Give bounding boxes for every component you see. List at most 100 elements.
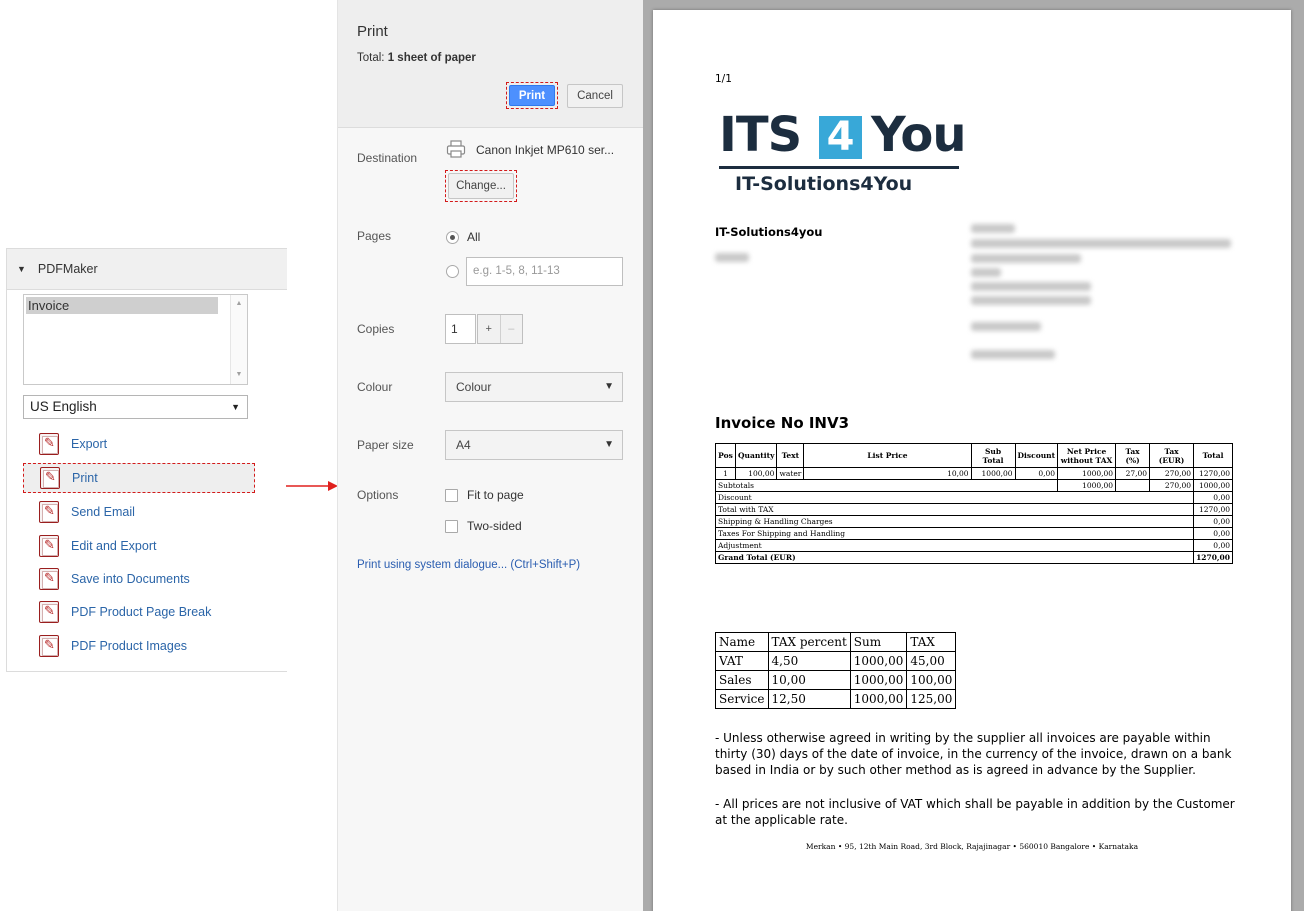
copies-decrement-button[interactable]: –	[499, 315, 523, 343]
collapse-triangle-icon[interactable]: ▼	[17, 264, 26, 274]
col-net-price: Net Price without TAX	[1057, 443, 1117, 468]
blurred-text	[971, 224, 1015, 233]
action-label: Send Email	[71, 505, 135, 519]
colour-select[interactable]: Colour ▼	[445, 372, 623, 402]
blurred-text	[971, 282, 1091, 291]
col-text: Text	[776, 443, 805, 468]
scroll-down-icon[interactable]: ▼	[231, 368, 247, 382]
pdf-export-icon	[39, 433, 59, 455]
table-row: Total with TAX 1270,00	[714, 503, 1233, 516]
page-number: 1/1	[715, 73, 732, 85]
blurred-text	[971, 268, 1001, 277]
colour-value: Colour	[456, 380, 492, 394]
col-sub-total: Sub Total	[970, 443, 1016, 468]
sheet-total: Total: 1 sheet of paper	[357, 52, 476, 64]
pdfmaker-header[interactable]: ▼ PDFMaker	[7, 248, 287, 290]
pages-label: Pages	[357, 229, 392, 243]
action-pdf-product-images[interactable]: PDF Product Images	[23, 631, 255, 661]
table-header-row: Pos Quantity Text List Price Sub Total D…	[715, 443, 1233, 468]
vat-terms: - All prices are not inclusive of VAT wh…	[715, 797, 1235, 827]
paper-size-value: A4	[456, 438, 471, 452]
action-edit-and-export[interactable]: Edit and Export	[23, 531, 255, 561]
pdf-edit-icon	[39, 535, 59, 557]
template-option-invoice[interactable]: Invoice	[26, 297, 218, 314]
logo-subtitle: IT-Solutions4You	[735, 173, 913, 195]
blurred-text	[971, 350, 1055, 359]
copies-input[interactable]: 1	[445, 314, 476, 344]
destination-printer: Canon Inkjet MP610 ser...	[476, 143, 615, 157]
table-row: Shipping & Handling Charges 0,00	[714, 515, 1233, 528]
two-sided-checkbox[interactable]	[445, 520, 458, 533]
blurred-text	[971, 296, 1091, 305]
table-row: Discount 0,00	[714, 491, 1233, 504]
page-footer: Merkan • 95, 12th Main Road, 3rd Block, …	[805, 842, 1139, 851]
blurred-text	[715, 253, 749, 262]
copies-increment-button[interactable]: +	[478, 315, 500, 343]
pdf-save-icon	[39, 568, 59, 590]
pages-range-input[interactable]: e.g. 1-5, 8, 11-13	[466, 257, 623, 286]
blurred-text	[971, 254, 1081, 263]
pages-all-radio[interactable]	[446, 231, 459, 244]
col-tax-pct: Tax (%)	[1115, 443, 1151, 468]
dropdown-arrow-icon: ▼	[604, 439, 614, 450]
action-save-into-documents[interactable]: Save into Documents	[23, 564, 255, 594]
action-label: Edit and Export	[71, 539, 157, 553]
col-tax-eur: Tax (EUR)	[1149, 443, 1195, 468]
listbox-scrollbar[interactable]: ▲ ▼	[230, 295, 247, 384]
blurred-text	[971, 322, 1041, 331]
tax-summary-table: Name TAX percent Sum TAX VAT 4,50 1000,00 45,0…	[715, 632, 957, 709]
invoice-items-table: Pos Quantity Text List Price Sub Total D…	[714, 443, 1233, 564]
logo-four: 4	[819, 116, 862, 159]
system-dialog-link[interactable]: Print using system dialogue... (Ctrl+Shi…	[357, 559, 580, 571]
pages-all-label: All	[467, 230, 481, 244]
table-row: Adjustment 0,00	[714, 539, 1233, 552]
colour-label: Colour	[357, 380, 393, 394]
company-logo: ITS 4 You IT-Solutions4You	[719, 107, 969, 207]
fit-to-page-checkbox[interactable]	[445, 489, 458, 502]
company-name: IT-Solutions4you	[715, 225, 823, 239]
invoice-title: Invoice No INV3	[715, 414, 850, 432]
table-row: VAT 4,50 1000,00 45,00	[715, 651, 957, 671]
language-select[interactable]: US English ▼	[23, 395, 248, 419]
action-pdf-product-page-break[interactable]: PDF Product Page Break	[23, 597, 255, 627]
table-row: Service 12,50 1000,00 125,00	[715, 689, 957, 709]
table-row: Subtotals 1000,00 270,00 1000,00	[714, 479, 1233, 492]
pdfmaker-widget: ▼ PDFMaker Invoice ▲ ▼ US English ▼ Expo…	[6, 248, 287, 672]
copies-label: Copies	[357, 322, 395, 336]
paper-size-select[interactable]: A4 ▼	[445, 430, 623, 460]
pdf-print-icon	[40, 467, 60, 489]
red-arrow-icon	[286, 481, 338, 491]
action-label: Save into Documents	[71, 572, 190, 586]
print-title: Print	[357, 23, 388, 40]
fit-to-page-label: Fit to page	[467, 488, 524, 502]
cancel-button[interactable]: Cancel	[567, 84, 623, 108]
action-label: Export	[71, 437, 108, 451]
pages-custom-radio[interactable]	[446, 265, 459, 278]
table-row: Sales 10,00 1000,00 100,00	[715, 670, 957, 690]
print-button-highlight: Print	[506, 82, 558, 109]
language-value: US English	[30, 399, 97, 414]
logo-underline	[719, 166, 959, 169]
table-row: Name TAX percent Sum TAX	[715, 632, 957, 652]
printer-icon	[446, 140, 466, 158]
action-print[interactable]: Print	[23, 463, 255, 493]
print-header: Print Total: 1 sheet of paper Print Canc…	[338, 0, 644, 128]
action-label: Print	[72, 471, 98, 485]
scroll-up-icon[interactable]: ▲	[231, 297, 247, 311]
change-destination-button[interactable]: Change...	[448, 173, 514, 199]
template-listbox[interactable]: Invoice ▲ ▼	[23, 294, 248, 385]
pdf-page-break-icon	[39, 601, 59, 623]
action-send-email[interactable]: Send Email	[23, 497, 255, 527]
blurred-text	[971, 239, 1231, 248]
col-pos: Pos	[715, 443, 736, 468]
action-label: PDF Product Images	[71, 639, 188, 653]
dropdown-arrow-icon: ▼	[231, 402, 240, 412]
table-row: Grand Total (EUR) 1270,00	[714, 551, 1233, 564]
action-label: PDF Product Page Break	[71, 605, 212, 619]
options-label: Options	[357, 488, 399, 502]
col-quantity: Quantity	[734, 443, 778, 468]
action-export[interactable]: Export	[23, 429, 255, 459]
print-button[interactable]: Print	[509, 85, 555, 106]
print-preview-area: 1/1 ITS 4 You IT-Solutions4You IT-Soluti…	[643, 0, 1304, 911]
col-total: Total	[1193, 443, 1233, 468]
